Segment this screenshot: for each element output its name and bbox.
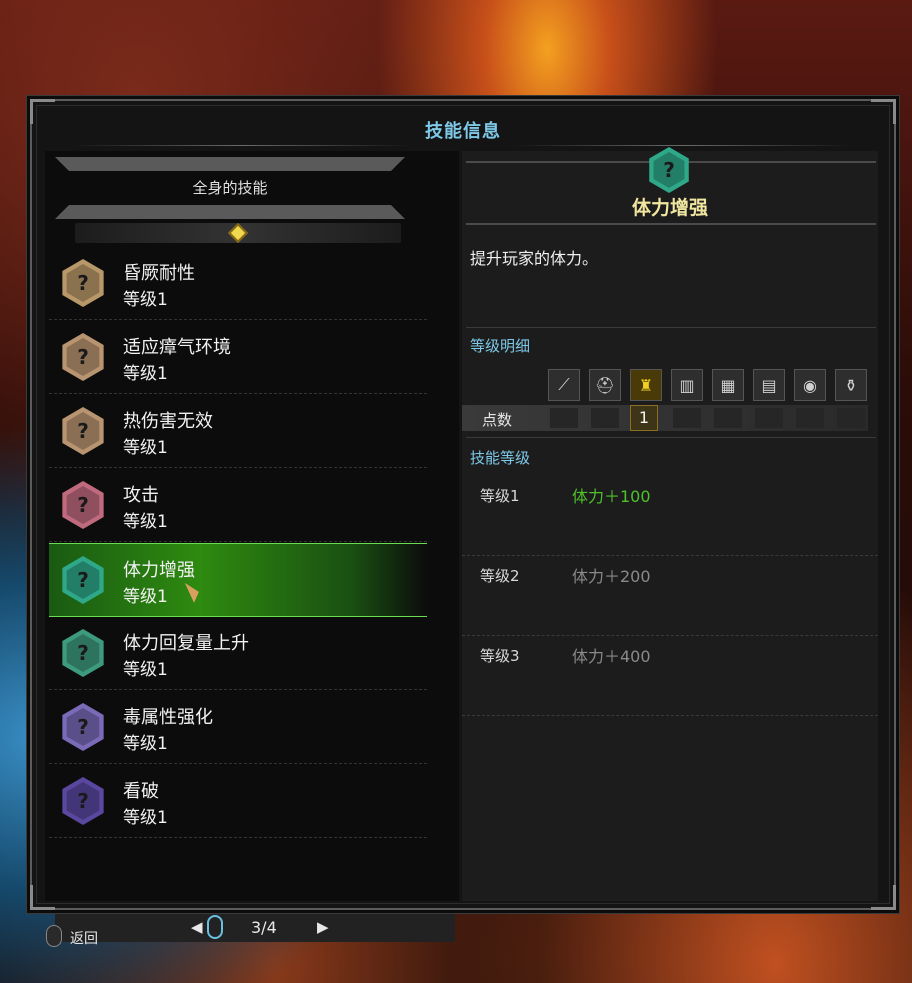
skill-list-header: 全身的技能: [55, 157, 405, 219]
skill-level: 等级1: [123, 364, 168, 384]
skill-level-effect: 体力＋400: [572, 647, 651, 666]
skill-level-label: 等级3: [480, 647, 520, 665]
skill-level-effect: 体力＋200: [572, 567, 651, 586]
skill-level: 等级1: [123, 808, 168, 828]
points-cell: [550, 408, 578, 428]
next-page-button[interactable]: ▶: [317, 918, 329, 936]
header-band: [55, 205, 405, 219]
points-cell: [796, 408, 824, 428]
skill-level-row: 等级1 体力＋100: [462, 475, 878, 556]
skill-icon: ?: [62, 481, 104, 529]
window-title: 技能信息: [425, 121, 501, 142]
skill-name: 攻击: [123, 485, 159, 506]
skill-level: 等级1: [123, 290, 168, 310]
header-band: [55, 157, 405, 171]
charm-icon: ◉: [794, 369, 826, 401]
points-value: 1: [630, 405, 658, 431]
arms-icon: ▥: [671, 369, 703, 401]
selected-skill-icon: ?: [649, 147, 689, 193]
skill-name: 体力增强: [123, 560, 195, 581]
title-divider: [72, 145, 412, 146]
skill-icon: ?: [62, 407, 104, 455]
points-cell: [714, 408, 742, 428]
skill-list-item[interactable]: ? 昏厥耐性等级1: [49, 247, 427, 320]
helm-icon: ⛑: [589, 369, 621, 401]
right-stick-icon: [207, 915, 223, 939]
skill-name: 昏厥耐性: [123, 263, 195, 284]
points-cell: [755, 408, 783, 428]
skill-icon: ?: [62, 333, 104, 381]
skill-glyph-icon: ?: [66, 486, 100, 524]
pager: ◀ 3/4 ▶: [55, 914, 455, 942]
page-indicator: 3/4: [251, 918, 277, 937]
skill-level-row: 等级2 体力＋200: [462, 555, 878, 636]
detail-divider: [466, 437, 876, 438]
skill-level: 等级1: [123, 587, 168, 607]
skill-level-effect: 体力＋100: [572, 487, 651, 506]
skill-level: 等级1: [123, 512, 168, 532]
scroll-indicator[interactable]: [75, 223, 401, 243]
points-label: 点数: [482, 411, 513, 429]
skill-list-title: 全身的技能: [192, 179, 268, 197]
skill-glyph-icon: ?: [66, 412, 100, 450]
skill-list-item[interactable]: ? 热伤害无效等级1: [49, 395, 427, 468]
skill-glyph-icon: ?: [653, 152, 685, 188]
skill-name: 热伤害无效: [123, 411, 213, 432]
skill-name: 适应瘴气环境: [123, 337, 231, 358]
mouse-icon: [46, 925, 62, 947]
skill-list-item[interactable]: ? 体力回复量上升 等级1: [49, 617, 427, 690]
back-label[interactable]: 返回: [70, 928, 98, 948]
selected-skill-name: 体力增强: [631, 197, 708, 219]
skill-icon: ?: [62, 703, 104, 751]
skill-glyph-icon: ?: [66, 782, 100, 820]
skill-name: 体力回复量上升: [123, 633, 249, 654]
points-cell: [591, 408, 619, 428]
points-row: 点数 1: [462, 405, 868, 431]
skill-level-label: 等级2: [480, 567, 520, 585]
cursor-icon: [184, 579, 203, 603]
skill-info-window: 技能信息 全身的技能 ? 昏厥耐性 等级1? 适应瘴气环境 等级1? 热伤害无效 等级1? 攻…: [30, 99, 896, 942]
legs-icon: ▤: [753, 369, 785, 401]
points-cell: [673, 408, 701, 428]
detail-divider: [466, 327, 876, 328]
level-detail-header: 等级明细: [470, 337, 531, 355]
prev-page-button[interactable]: ◀: [191, 918, 203, 936]
skill-name: 看破: [123, 781, 159, 802]
skill-icon: ?: [62, 629, 104, 677]
skill-glyph-icon: ?: [66, 634, 100, 672]
weapon-icon: ⟋: [548, 369, 580, 401]
skill-glyph-icon: ?: [66, 561, 100, 599]
skill-icon: ?: [62, 556, 104, 604]
waist-icon: ▦: [712, 369, 744, 401]
skill-list-item[interactable]: ? 攻击等级1: [49, 469, 427, 542]
skill-level: 等级1: [123, 438, 168, 458]
skill-glyph-icon: ?: [66, 264, 100, 302]
title-divider: [512, 145, 852, 146]
skill-detail-panel: ? 体力增强 提升玩家的体力。 等级明细 ⟋ ⛑ ♜ ▥ ▦ ▤ ◉ ⚱ 点数 1 技能等级 …: [462, 147, 878, 901]
skill-glyph-icon: ?: [66, 338, 100, 376]
skill-levels-header: 技能等级: [470, 449, 531, 467]
points-cell: [837, 408, 865, 428]
scroll-thumb-icon[interactable]: [228, 223, 248, 243]
skill-glyph-icon: ?: [66, 708, 100, 746]
skill-list-item[interactable]: ? 看破等级1: [49, 765, 427, 838]
skill-level-label: 等级1: [480, 487, 520, 505]
skill-name: 毒属性强化: [123, 707, 213, 728]
detail-divider: [466, 223, 876, 225]
skill-list-item[interactable]: ? 体力增强等级1: [49, 543, 427, 617]
skill-list-panel: 全身的技能 ? 昏厥耐性 等级1? 适应瘴气环境 等级1? 热伤害无效 等级1? 攻击 等级1?…: [45, 151, 459, 942]
skill-icon: ?: [62, 777, 104, 825]
skill-level: 等级1: [123, 660, 168, 680]
skill-level: 等级1: [123, 734, 168, 754]
skill-description: 提升玩家的体力。: [470, 249, 599, 268]
skill-list-item[interactable]: ? 毒属性强化等级1: [49, 691, 427, 764]
chest-icon: ♜: [630, 369, 662, 401]
skill-list-item[interactable]: ? 适应瘴气环境 等级1: [49, 321, 427, 394]
skill-level-row: 等级3 体力＋400: [462, 635, 878, 716]
skill-icon: ?: [62, 259, 104, 307]
mantle-icon: ⚱: [835, 369, 867, 401]
